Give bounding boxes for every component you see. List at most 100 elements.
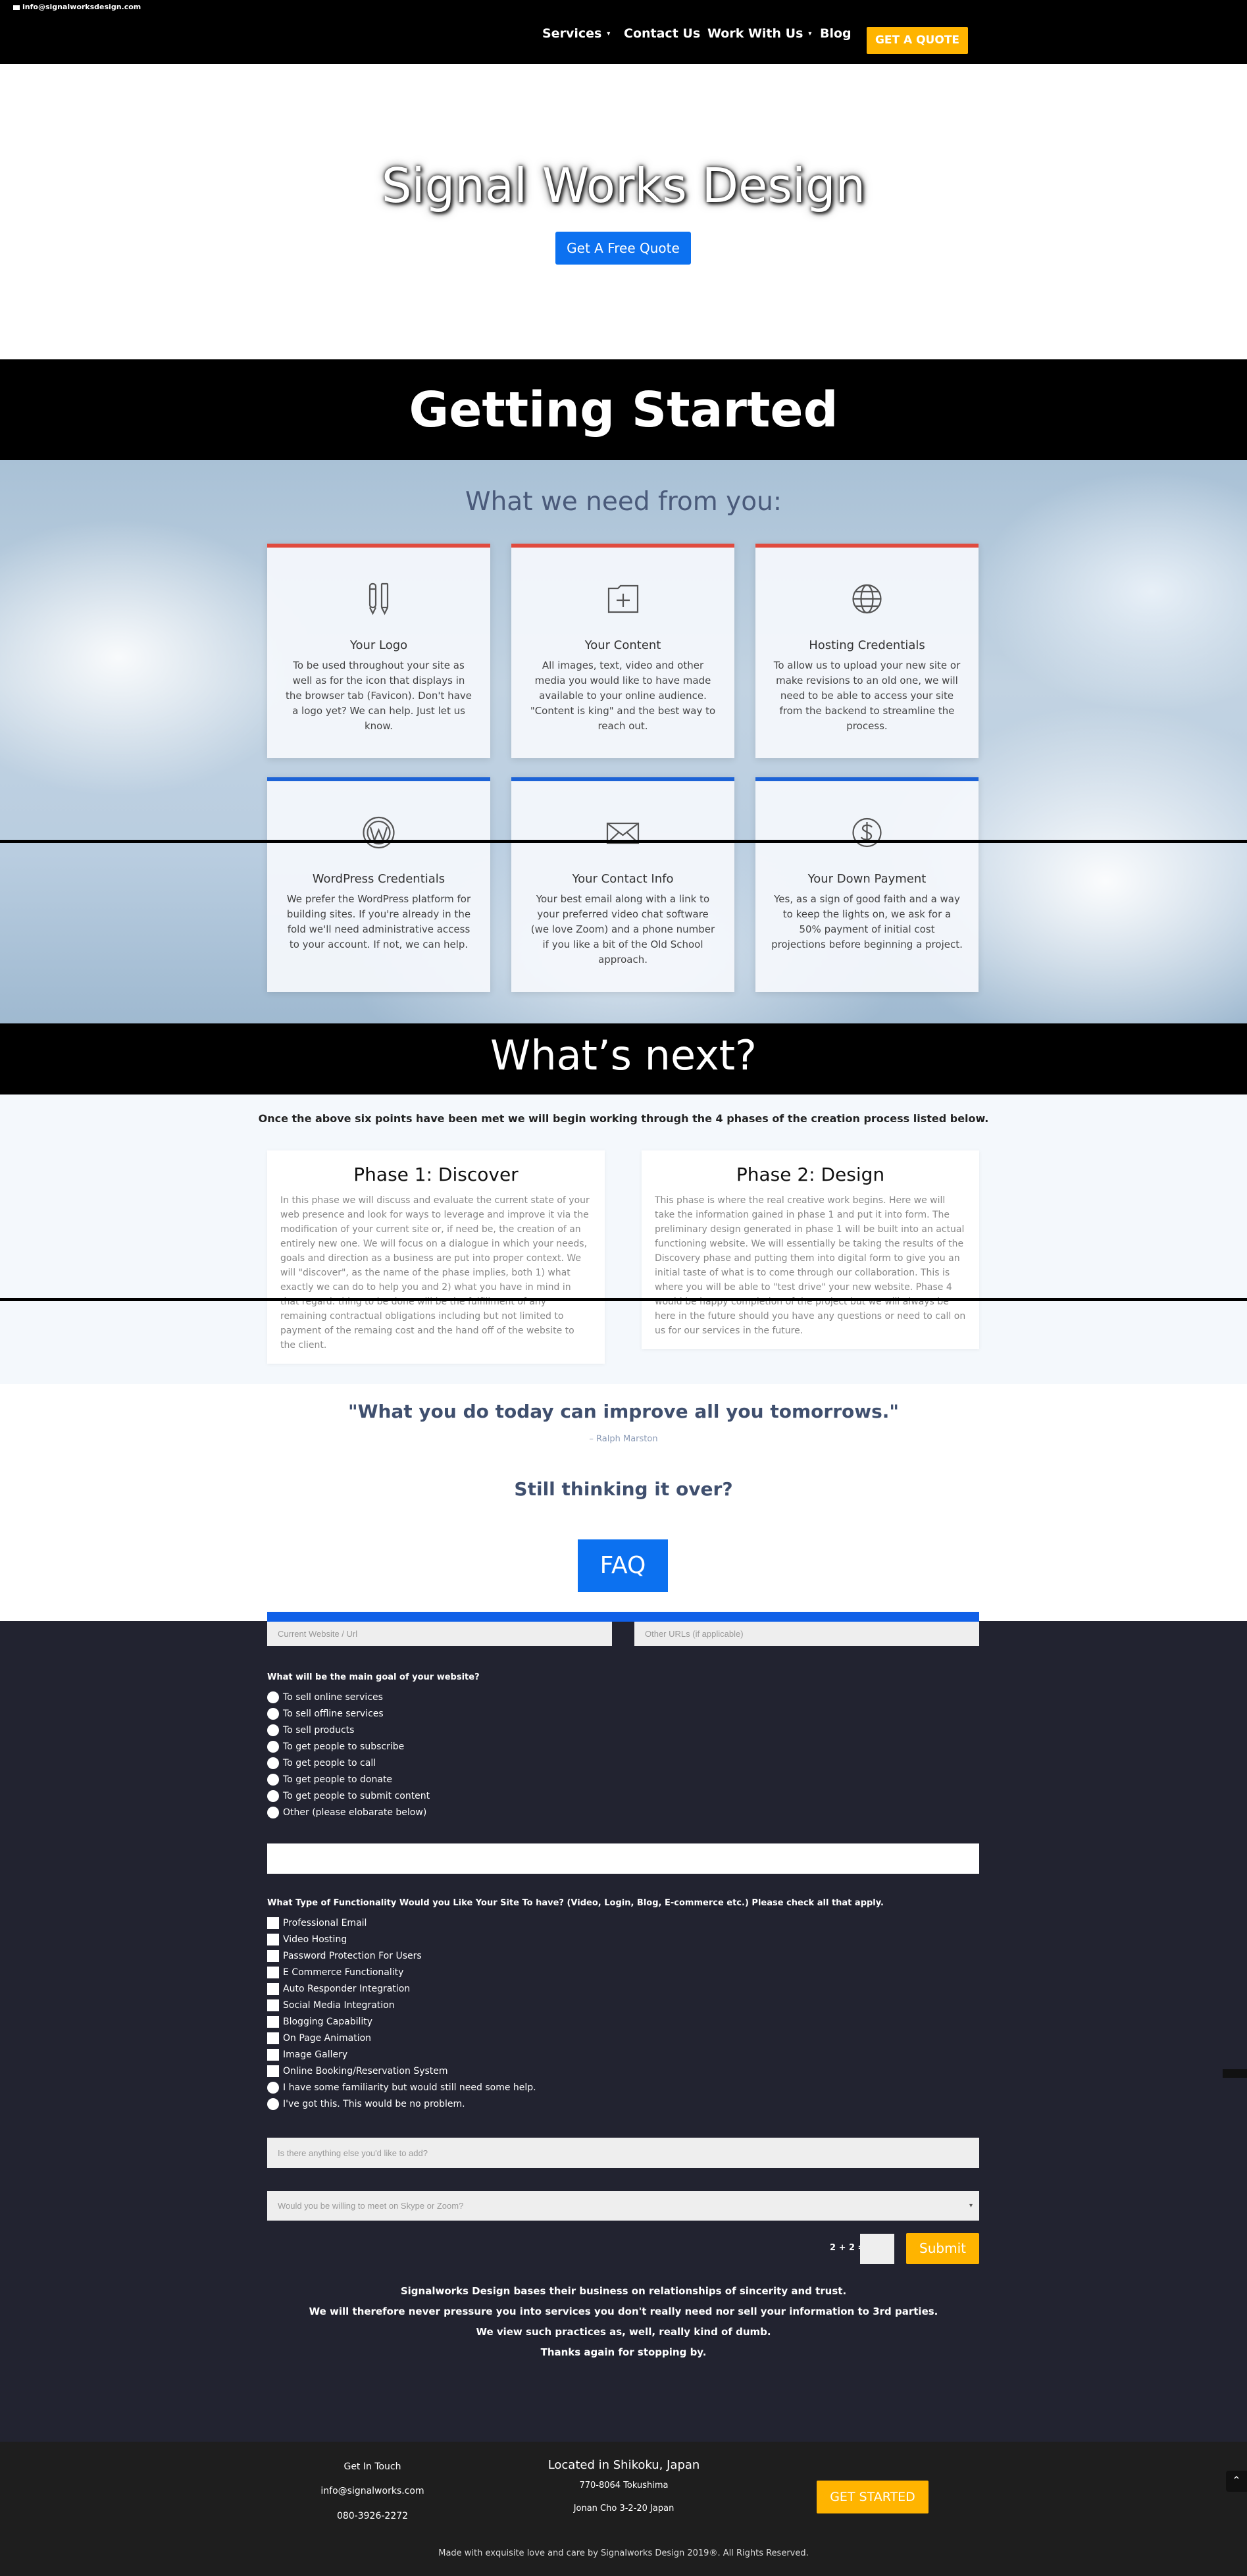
pencil-icon	[369, 582, 389, 615]
current-website-input[interactable]: Current Website / Url	[267, 1622, 612, 1646]
footer-phone[interactable]: 080-3926-2272	[307, 2511, 438, 2521]
anything-else-input[interactable]: Is there anything else you'd like to add…	[267, 2138, 979, 2168]
radio-button[interactable]	[267, 1774, 279, 1786]
goal-option[interactable]: To get people to donate	[267, 1774, 392, 1786]
phase-card-design: Phase 2: Design This phase is where the …	[642, 1150, 979, 1349]
goal-option[interactable]: Other (please elobarate below)	[267, 1807, 426, 1818]
functionality-option[interactable]: E Commerce Functionality	[267, 1967, 403, 1978]
top-header: info@signalworksdesign.com Services ▾ Con…	[0, 0, 1247, 64]
submit-button[interactable]: Submit	[906, 2233, 979, 2264]
nav-work-label: Work With Us	[707, 26, 803, 41]
goal-option[interactable]: To sell offline services	[267, 1708, 384, 1720]
option-label: I've got this. This would be no problem.	[283, 2099, 465, 2109]
quote-author: – Ralph Marston	[589, 1434, 658, 1444]
functionality-option[interactable]: On Page Animation	[267, 2032, 371, 2044]
goal-other-input[interactable]	[267, 1843, 979, 1874]
goal-option[interactable]: To sell products	[267, 1724, 354, 1736]
goal-option[interactable]: To get people to submit content	[267, 1790, 430, 1802]
checkbox[interactable]	[267, 2065, 279, 2077]
nav-contact[interactable]: Contact Us	[624, 26, 700, 41]
functionality-option[interactable]: Online Booking/Reservation System	[267, 2065, 448, 2077]
captcha-input[interactable]	[860, 2234, 894, 2264]
functionality-option[interactable]: Blogging Capability	[267, 2016, 372, 2028]
radio-button[interactable]	[267, 2098, 279, 2110]
closing-line: Thanks again for stopping by.	[540, 2346, 707, 2358]
radio-button[interactable]	[267, 1691, 279, 1703]
familiarity-option[interactable]: I have some familiarity but would still …	[267, 2082, 536, 2094]
nav-work-with-us[interactable]: Work With Us ▾	[707, 26, 811, 41]
nav-services-label: Services	[542, 26, 602, 41]
card-contact-info: Your Contact Info Your best email along …	[511, 777, 734, 992]
functionality-option[interactable]: Image Gallery	[267, 2049, 347, 2061]
nav-blog[interactable]: Blog	[820, 26, 852, 41]
footer-email[interactable]: info@signalworks.com	[307, 2486, 438, 2496]
checkbox[interactable]	[267, 1934, 279, 1945]
checkbox[interactable]	[267, 1983, 279, 1995]
checkbox[interactable]	[267, 2016, 279, 2028]
free-quote-button[interactable]: Get A Free Quote	[555, 232, 691, 265]
familiarity-option[interactable]: I've got this. This would be no problem.	[267, 2098, 465, 2110]
functionality-option[interactable]: Social Media Integration	[267, 1999, 395, 2011]
divider-line	[0, 840, 1247, 843]
footer-postal: 770-8064 Tokushima	[579, 2481, 669, 2490]
option-label: Other (please elobarate below)	[283, 1807, 427, 1818]
goal-option[interactable]: To get people to subscribe	[267, 1741, 404, 1753]
radio-button[interactable]	[267, 1757, 279, 1769]
functionality-option[interactable]: Password Protection For Users	[267, 1950, 422, 1962]
functionality-option[interactable]: Video Hosting	[267, 1934, 347, 1945]
envelope-icon	[606, 822, 640, 844]
checkbox[interactable]	[267, 1950, 279, 1962]
still-thinking-heading: Still thinking it over?	[514, 1478, 733, 1500]
side-tab[interactable]	[1223, 2069, 1247, 2078]
checkbox[interactable]	[267, 1967, 279, 1978]
goal-option[interactable]: To sell online services	[267, 1691, 383, 1703]
faq-button[interactable]: FAQ	[578, 1539, 668, 1592]
header-email-text: info@signalworksdesign.com	[22, 3, 141, 11]
nav-services[interactable]: Services ▾	[542, 26, 610, 41]
getting-started-title: Getting Started	[409, 382, 838, 438]
hero-title: Signal Works Design	[381, 158, 866, 213]
footer-address: Jonan Cho 3-2-20 Japan	[573, 2504, 674, 2513]
get-a-quote-button[interactable]: GET A QUOTE	[867, 27, 968, 54]
radio-button[interactable]	[267, 1790, 279, 1802]
nav-contact-label: Contact Us	[624, 26, 701, 41]
functionality-option[interactable]: Auto Responder Integration	[267, 1983, 410, 1995]
option-label: On Page Animation	[283, 2033, 372, 2044]
radio-button[interactable]	[267, 1708, 279, 1720]
card-hosting: Hosting Credentials To allow us to uploa…	[755, 544, 979, 758]
header-email[interactable]: info@signalworksdesign.com	[13, 3, 141, 11]
footer-location-title: Located in Shikoku, Japan	[547, 2458, 700, 2472]
folder-plus-icon	[607, 584, 639, 613]
footer-copyright: Made with exquisite love and care by Sig…	[438, 2548, 809, 2558]
other-urls-input[interactable]: Other URLs (if applicable)	[634, 1622, 979, 1646]
card-payment: Your Down Payment Yes, as a sign of good…	[755, 777, 979, 992]
envelope-icon	[13, 5, 20, 10]
chevron-up-icon: ⌃	[1232, 2475, 1241, 2486]
card-title: WordPress Credentials	[312, 872, 445, 886]
checkbox[interactable]	[267, 1999, 279, 2011]
radio-button[interactable]	[267, 2082, 279, 2094]
radio-button[interactable]	[267, 1741, 279, 1753]
radio-button[interactable]	[267, 1724, 279, 1736]
phase-card-discover: Phase 1: Discover In this phase we will …	[267, 1150, 605, 1364]
get-started-button[interactable]: GET STARTED	[817, 2481, 929, 2513]
option-label: Auto Responder Integration	[283, 1984, 411, 1994]
phase-title: Phase 1: Discover	[353, 1164, 519, 1185]
checkbox[interactable]	[267, 2032, 279, 2044]
checkbox[interactable]	[267, 1917, 279, 1929]
wordpress-icon	[363, 816, 395, 849]
option-label: Online Booking/Reservation System	[283, 2066, 448, 2076]
goal-option[interactable]: To get people to call	[267, 1757, 376, 1769]
option-label: To get people to subscribe	[283, 1741, 405, 1752]
functionality-option[interactable]: Professional Email	[267, 1917, 367, 1929]
meet-select[interactable]: Would you be willing to meet on Skype or…	[267, 2191, 979, 2221]
option-label: Social Media Integration	[283, 2000, 395, 2011]
checkbox[interactable]	[267, 2049, 279, 2061]
scroll-to-top-button[interactable]: ⌃	[1226, 2471, 1247, 2492]
card-wordpress: WordPress Credentials We prefer the Word…	[267, 777, 490, 992]
radio-button[interactable]	[267, 1807, 279, 1818]
meet-select-placeholder: Would you be willing to meet on Skype or…	[278, 2201, 464, 2211]
closing-line: We view such practices as, well, really …	[476, 2326, 771, 2338]
goal-question-label: What will be the main goal of your websi…	[267, 1672, 480, 1682]
chevron-down-icon: ▾	[969, 2202, 973, 2209]
